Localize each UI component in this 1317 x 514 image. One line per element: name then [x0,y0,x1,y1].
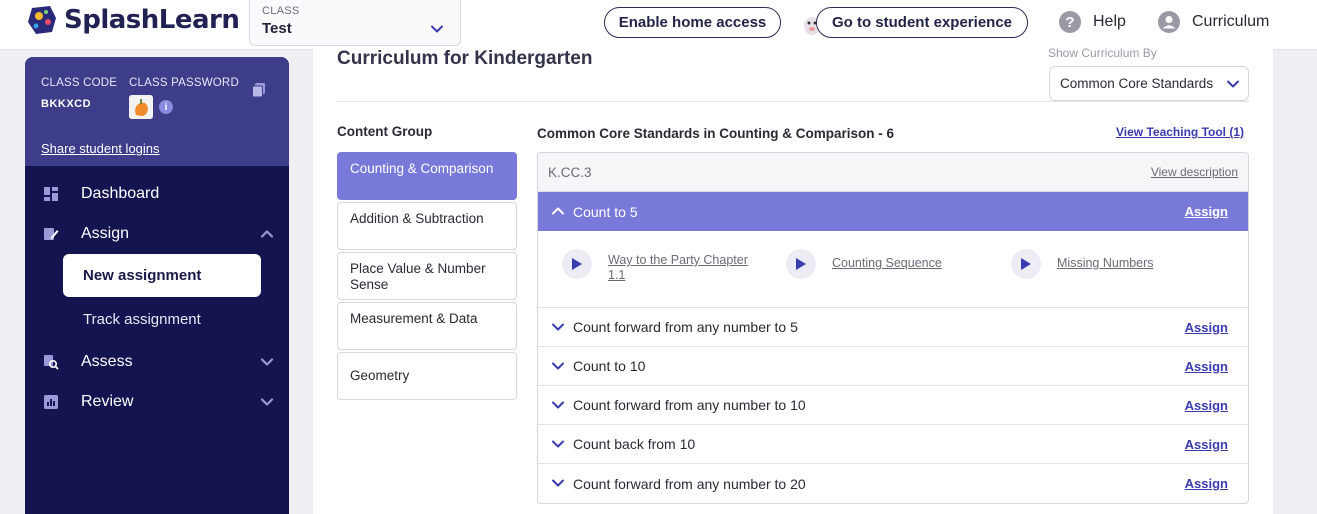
assign-icon [44,228,59,240]
nav-assign-label: Assign [81,225,130,242]
standard-row-label: Count forward from any number to 5 [573,319,798,335]
nav-assess-label: Assess [81,353,133,370]
assign-link[interactable]: Assign [1185,359,1228,374]
chevron-up-icon [260,230,274,238]
help-icon: ? [1059,11,1081,33]
nav-track-assignment[interactable]: Track assignment [83,311,201,328]
help-button[interactable]: ? Help [1059,11,1126,33]
splashlearn-logo[interactable]: SplashLearn [24,2,240,38]
go-to-student-experience-button[interactable]: Go to student experience [816,7,1028,38]
content-group-counting[interactable]: Counting & Comparison [337,152,517,200]
splash-logo-icon [28,6,56,34]
standard-row-label: Count to 10 [573,358,646,374]
assign-link[interactable]: Assign [1185,437,1228,452]
play-icon[interactable] [1011,249,1041,279]
game-item[interactable]: Missing Numbers [1011,249,1217,279]
top-bar: SplashLearn CLASS Test Enable home acces… [0,0,1317,50]
standard-row-expanded[interactable]: Count to 5 Assign [538,192,1248,231]
game-link[interactable]: Counting Sequence [832,256,992,271]
standard-row-label: Count forward from any number to 10 [573,397,806,413]
class-code-label: CLASS CODE [41,77,118,89]
content-group-addition[interactable]: Addition & Subtraction [337,202,517,250]
class-info-card: CLASS CODE BKKXCD CLASS PASSWORD i Share… [25,57,289,166]
user-menu[interactable]: Curriculum [1158,11,1269,33]
standard-row[interactable]: Count to 10 Assign [538,347,1248,386]
standards-list: K.CC.3 View description Count to 5 Assig… [537,152,1249,504]
class-selector[interactable]: CLASS Test [249,0,461,46]
nav-dashboard-label: Dashboard [81,185,160,202]
logo-text: SplashLearn [64,5,240,35]
standard-row[interactable]: Count forward from any number to 10 Assi… [538,386,1248,425]
standard-row[interactable]: Count forward from any number to 5 Assig… [538,308,1248,347]
chevron-down-icon [552,362,564,370]
view-teaching-tool-link[interactable]: View Teaching Tool (1) [1116,125,1244,139]
nav-dashboard[interactable]: Dashboard [25,176,289,212]
standard-row[interactable]: Count forward from any number to 20 Assi… [538,464,1248,503]
content-group-geometry[interactable]: Geometry [337,352,517,400]
nav-assign[interactable]: Assign [25,216,289,252]
help-label: Help [1093,13,1126,30]
standard-row[interactable]: Count back from 10 Assign [538,425,1248,464]
sidebar: CLASS CODE BKKXCD CLASS PASSWORD i Share… [25,57,289,514]
class-code-value: BKKXCD [41,98,92,110]
chevron-down-icon [552,401,564,409]
content-group-measurement[interactable]: Measurement & Data [337,302,517,350]
info-icon[interactable]: i [159,100,173,114]
show-curriculum-by-label: Show Curriculum By [1048,46,1157,60]
assign-link[interactable]: Assign [1185,398,1228,413]
chevron-down-icon [552,440,564,448]
nav-assess[interactable]: Assess [25,344,289,380]
curriculum-standard-value: Common Core Standards [1060,76,1214,91]
assign-link[interactable]: Assign [1185,320,1228,335]
assess-icon [44,355,59,370]
content-group-place-value[interactable]: Place Value & Number Sense [337,252,517,300]
game-link[interactable]: Missing Numbers [1057,256,1217,271]
curriculum-standard-dropdown[interactable]: Common Core Standards [1049,66,1249,101]
game-list: Way to the Party Chapter 1.1 Counting Se… [538,231,1248,308]
class-password-label: CLASS PASSWORD [129,77,239,89]
nav-review-label: Review [81,393,134,410]
nav-new-assignment[interactable]: New assignment [63,254,261,297]
page-title: Curriculum for Kindergarten [337,48,593,69]
class-value: Test [262,20,292,37]
user-avatar-icon [1158,11,1180,33]
game-item[interactable]: Counting Sequence [786,249,992,279]
content-group-title: Content Group [337,124,433,139]
play-icon[interactable] [562,249,592,279]
divider [337,101,1249,102]
standards-title: Common Core Standards in Counting & Comp… [537,126,895,141]
enable-home-access-button[interactable]: Enable home access [604,7,781,38]
chevron-down-icon [260,358,274,366]
chevron-down-icon [552,323,564,331]
standard-code: K.CC.3 [548,165,592,180]
chevron-down-icon [1227,80,1239,88]
class-label: CLASS [262,5,300,17]
standard-row-label: Count back from 10 [573,436,696,452]
view-description-link[interactable]: View description [1151,165,1238,179]
chevron-down-icon [552,479,564,487]
chevron-up-icon [552,207,564,215]
game-link[interactable]: Way to the Party Chapter 1.1 [608,253,768,283]
assign-link[interactable]: Assign [1185,476,1228,491]
chevron-down-icon [260,398,274,406]
standard-header: K.CC.3 View description [538,153,1248,192]
play-icon[interactable] [786,249,816,279]
share-student-logins-link[interactable]: Share student logins [41,141,160,156]
password-picture-icon [129,95,153,119]
game-item[interactable]: Way to the Party Chapter 1.1 [562,249,768,283]
copy-icon[interactable] [251,82,267,98]
standard-row-label: Count to 5 [573,203,638,220]
dashboard-icon [44,187,58,201]
curriculum-panel: Curriculum for Kindergarten Show Curricu… [313,46,1273,514]
chevron-down-icon [431,25,443,33]
nav-review[interactable]: Review [25,384,289,420]
assign-link[interactable]: Assign [1185,204,1228,219]
user-label: Curriculum [1192,13,1270,30]
review-icon [44,395,58,409]
standard-row-label: Count forward from any number to 20 [573,475,806,492]
